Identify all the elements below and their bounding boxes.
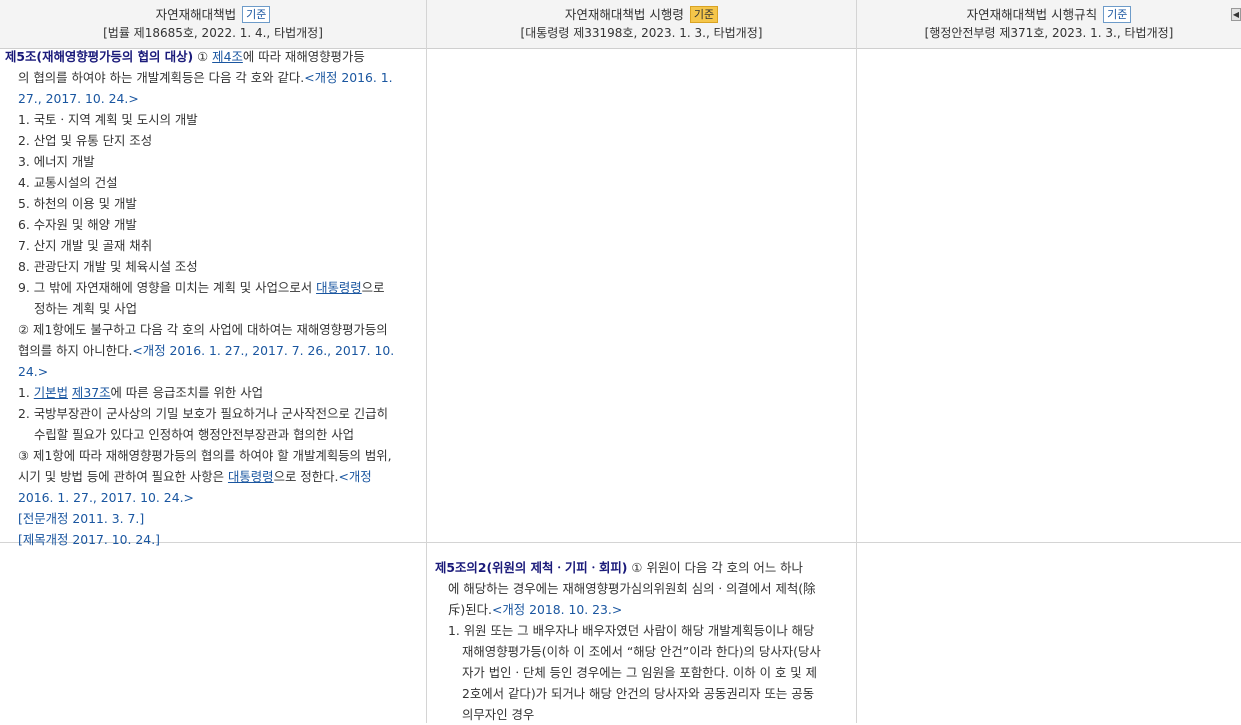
- law-title: 자연재해대책법: [155, 7, 237, 22]
- revision-note: <개정 2016. 1.: [304, 70, 393, 85]
- law-subtitle: [법률 제18685호, 2022. 1. 4., 타법개정]: [103, 26, 323, 40]
- law-article-5: 제5조(재해영향평가등의 협의 대상) ① 제4조에 따라 재해영향평가등 의 …: [5, 46, 423, 550]
- list-item: 1. 위원 또는 그 배우자나 배우자였던 사람이 해당 개발계획등이나 해당: [448, 623, 815, 638]
- list-item: 2. 국방부장관이 군사상의 기밀 보호가 필요하거나 군사작전으로 긴급히 수…: [18, 406, 388, 442]
- column-divider: [856, 48, 857, 723]
- list-item: 5. 하천의 이용 및 개발: [18, 196, 137, 211]
- decree-article-5-2: 제5조의2(위원의 제척ㆍ기피ㆍ회피) ① 위원이 다음 각 호의 어느 하나 …: [435, 557, 840, 725]
- paragraph-3: ③ 제1항에 따라 재해영향평가등의 협의를 하여야 할 개발계획등의 범위,: [18, 448, 392, 463]
- decree-title: 자연재해대책법 시행령: [564, 7, 684, 22]
- list-item: 3. 에너지 개발: [18, 154, 95, 169]
- header-rule: 자연재해대책법 시행규칙 기준 [행정안전부령 제371호, 2023. 1. …: [857, 0, 1241, 48]
- link-presidential-decree[interactable]: 대통령령: [316, 280, 362, 295]
- revision-note: <개정: [338, 469, 372, 484]
- decree-standard-badge[interactable]: 기준: [689, 6, 719, 23]
- list-item: 2. 산업 및 유통 단지 조성: [18, 133, 153, 148]
- rule-subtitle: [행정안전부령 제371호, 2023. 1. 3., 타법개정]: [924, 26, 1174, 40]
- list-item: 9. 그 밖에 자연재해에 영향을 미치는 계획 및 사업으로서 대통령령으로 …: [18, 280, 385, 316]
- comparison-header: 자연재해대책법 기준 [법률 제18685호, 2022. 1. 4., 타법개…: [0, 0, 1241, 49]
- list-item: 8. 관광단지 개발 및 체육시설 조성: [18, 259, 198, 274]
- link-article-4[interactable]: 제4조: [212, 49, 243, 64]
- amendment-note: [제목개정 2017. 10. 24.]: [18, 532, 160, 547]
- list-item: 6. 수자원 및 해양 개발: [18, 217, 137, 232]
- amendment-note: [전문개정 2011. 3. 7.]: [18, 511, 145, 526]
- list-item: 7. 산지 개발 및 골재 채취: [18, 238, 153, 253]
- link-presidential-decree[interactable]: 대통령령: [228, 469, 274, 484]
- scroll-left-button[interactable]: ◀: [1231, 8, 1241, 21]
- list-item: 1. 국토ㆍ지역 계획 및 도시의 개발: [18, 112, 198, 127]
- list-item: 1. 기본법 제37조에 따른 응급조치를 위한 사업: [18, 385, 264, 400]
- revision-note: 2016. 1. 27., 2017. 10. 24.>: [18, 490, 194, 505]
- header-decree: 자연재해대책법 시행령 기준 [대통령령 제33198호, 2023. 1. 3…: [427, 0, 857, 48]
- law-standard-badge[interactable]: 기준: [242, 6, 271, 23]
- decree-article-title: 제5조의2(위원의 제척ㆍ기피ㆍ회피): [435, 560, 628, 575]
- link-article-37[interactable]: 제37조: [72, 385, 111, 400]
- column-divider: [426, 48, 427, 723]
- header-law: 자연재해대책법 기준 [법률 제18685호, 2022. 1. 4., 타법개…: [0, 0, 427, 48]
- rule-standard-badge[interactable]: 기준: [1103, 6, 1132, 23]
- decree-subtitle: [대통령령 제33198호, 2023. 1. 3., 타법개정]: [520, 26, 763, 40]
- list-item: 4. 교통시설의 건설: [18, 175, 118, 190]
- revision-note: <개정 2018. 10. 23.>: [491, 602, 623, 617]
- law-article-title: 제5조(재해영향평가등의 협의 대상): [5, 49, 194, 64]
- rule-title: 자연재해대책법 시행규칙: [966, 7, 1098, 22]
- revision-note: 27., 2017. 10. 24.>: [18, 91, 139, 106]
- link-basic-act[interactable]: 기본법: [34, 385, 68, 400]
- paragraph-2: ② 제1항에도 불구하고 다음 각 호의 사업에 대하여는 재해영향평가등의: [18, 322, 388, 337]
